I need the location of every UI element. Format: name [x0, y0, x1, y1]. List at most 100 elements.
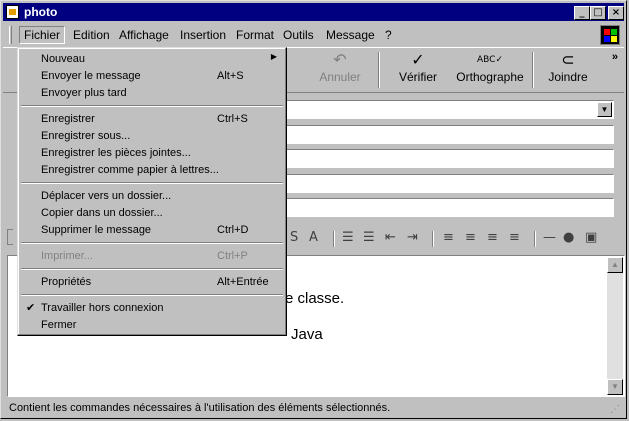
menu-item-supprimer[interactable]: Supprimer le message Ctrl+D	[21, 222, 283, 239]
menu-item-label: Enregistrer sous...	[41, 130, 131, 142]
menu-fichier[interactable]: Fichier	[19, 26, 66, 44]
menu-item-label: Envoyer le message	[41, 70, 141, 82]
fichier-menu: Nouveau ▶ Envoyer le message Alt+S Envoy…	[17, 47, 287, 336]
spelling-icon: ABC✓	[477, 55, 503, 65]
menu-item-hors-connexion[interactable]: ✔ Travailler hors connexion	[21, 300, 283, 317]
menu-item-nouveau[interactable]: Nouveau ▶	[21, 51, 283, 68]
menu-item-envoyer[interactable]: Envoyer le message Alt+S	[21, 68, 283, 85]
decrease-indent-icon[interactable]: ⇤	[385, 230, 396, 245]
increase-indent-icon[interactable]: ⇥	[407, 230, 418, 245]
close-button[interactable]: ×	[608, 6, 624, 20]
font-color-icon[interactable]: A	[309, 230, 318, 245]
menu-item-label: Enregistrer comme papier à lettres...	[41, 164, 219, 176]
resize-grip-icon[interactable]: ⋰	[610, 404, 622, 416]
undo-label: Annuler	[319, 70, 361, 84]
numbered-list-icon[interactable]: ☰	[342, 230, 354, 245]
menu-item-proprietes[interactable]: Propriétés Alt+Entrée	[21, 274, 283, 291]
attach-label: Joindre	[548, 70, 588, 84]
menu-item-enregistrer-sous[interactable]: Enregistrer sous...	[21, 128, 283, 145]
format-separator	[534, 231, 536, 247]
menu-affichage[interactable]: Affichage	[115, 27, 173, 43]
menu-message[interactable]: Message	[322, 27, 379, 43]
submenu-arrow-icon: ▶	[270, 52, 277, 61]
menu-item-label: Fermer	[41, 319, 77, 331]
menu-item-shortcut: Alt+S	[217, 70, 244, 82]
menu-separator	[21, 105, 283, 107]
menu-item-shortcut: Ctrl+D	[217, 224, 249, 236]
hyperlink-icon[interactable]: ●	[563, 230, 574, 245]
checkmark-icon: ✔	[26, 302, 36, 314]
menu-item-fermer[interactable]: Fermer	[21, 317, 283, 334]
menubar-grip[interactable]	[9, 26, 12, 44]
bullet-list-icon[interactable]: ☰	[363, 230, 375, 245]
toolbar-more-chevron[interactable]: »	[612, 51, 618, 63]
menu-bar: Fichier Edition Affichage Insertion Form…	[3, 23, 624, 47]
minimize-button[interactable]: _	[574, 6, 590, 20]
menu-separator	[21, 294, 283, 296]
menu-item-label: Déplacer vers un dossier...	[41, 190, 172, 202]
menu-format[interactable]: Format	[232, 27, 278, 43]
align-center-icon[interactable]: ≡	[465, 230, 476, 245]
maximize-button[interactable]: □	[590, 6, 606, 20]
title-bar[interactable]: photo _ □ ×	[3, 3, 624, 21]
compose-window: photo _ □ × Fichier Edition Affichage In…	[0, 0, 627, 419]
horizontal-line-icon[interactable]: —	[543, 230, 556, 245]
subject-field[interactable]	[286, 198, 614, 217]
menu-help[interactable]: ?	[381, 27, 396, 43]
menu-item-enregistrer-pieces-jointes[interactable]: Enregistrer les pièces jointes...	[21, 145, 283, 162]
scroll-down-icon[interactable]: ▼	[607, 379, 623, 395]
message-icon	[6, 5, 19, 19]
windows-logo-icon	[600, 25, 620, 45]
menu-separator	[21, 242, 283, 244]
menu-item-label: Copier dans un dossier...	[41, 207, 163, 219]
menu-item-label: Enregistrer les pièces jointes...	[41, 147, 191, 159]
paperclip-icon: ⊂	[561, 50, 575, 69]
menu-item-imprimer[interactable]: Imprimer... Ctrl+P	[21, 248, 283, 265]
attach-button[interactable]: ⊂ Joindre	[543, 50, 593, 84]
menu-item-label: Supprimer le message	[41, 224, 152, 236]
menu-item-label: Envoyer plus tard	[41, 87, 127, 99]
toolbar-separator	[378, 52, 380, 88]
align-left-icon[interactable]: ≡	[443, 230, 454, 245]
cc-field[interactable]	[286, 149, 614, 168]
to-field[interactable]	[286, 125, 614, 144]
spelling-button[interactable]: ABC✓ Orthographe	[455, 50, 525, 84]
menu-outils[interactable]: Outils	[279, 27, 318, 43]
check-names-label: Vérifier	[398, 70, 437, 84]
check-names-button[interactable]: ✓ Vérifier	[393, 50, 443, 84]
menu-item-label: Propriétés	[41, 276, 92, 288]
undo-icon: ↶	[333, 50, 347, 69]
status-text: Contient les commandes nécessaires à l'u…	[9, 402, 391, 414]
menu-item-shortcut: Ctrl+S	[217, 113, 248, 125]
vertical-scrollbar[interactable]: ▲ ▼	[607, 257, 623, 395]
menu-separator	[21, 268, 283, 270]
menu-item-label: Nouveau	[41, 53, 86, 65]
font-select-edge[interactable]	[7, 229, 13, 245]
scroll-up-icon[interactable]: ▲	[607, 257, 623, 273]
chevron-down-icon[interactable]: ▼	[597, 102, 612, 117]
menu-separator	[21, 182, 283, 184]
menu-edition[interactable]: Edition	[69, 27, 114, 43]
justify-icon[interactable]: ≡	[509, 230, 520, 245]
menu-item-deplacer[interactable]: Déplacer vers un dossier...	[21, 188, 283, 205]
menu-item-enregistrer[interactable]: Enregistrer Ctrl+S	[21, 111, 283, 128]
check-names-icon: ✓	[411, 50, 425, 69]
menu-item-label: Enregistrer	[41, 113, 95, 125]
strikethrough-icon[interactable]: S	[290, 230, 298, 245]
menu-item-label: Imprimer...	[41, 250, 93, 262]
insert-image-icon[interactable]: ▣	[585, 230, 597, 245]
body-line-1: e classe.	[285, 290, 345, 307]
menu-item-enregistrer-papier[interactable]: Enregistrer comme papier à lettres...	[21, 162, 283, 179]
undo-button[interactable]: ↶ Annuler	[315, 50, 365, 84]
menu-item-envoyer-plus-tard[interactable]: Envoyer plus tard	[21, 85, 283, 102]
align-right-icon[interactable]: ≡	[487, 230, 498, 245]
bcc-field[interactable]	[286, 174, 614, 193]
menu-item-shortcut: Alt+Entrée	[217, 276, 269, 288]
menu-insertion[interactable]: Insertion	[176, 27, 230, 43]
status-bar: Contient les commandes nécessaires à l'u…	[3, 399, 624, 417]
body-line-2: Java	[291, 326, 323, 343]
format-separator	[333, 231, 335, 247]
toolbar-separator	[532, 52, 534, 88]
from-select[interactable]: ▼	[286, 100, 614, 119]
menu-item-copier[interactable]: Copier dans un dossier...	[21, 205, 283, 222]
